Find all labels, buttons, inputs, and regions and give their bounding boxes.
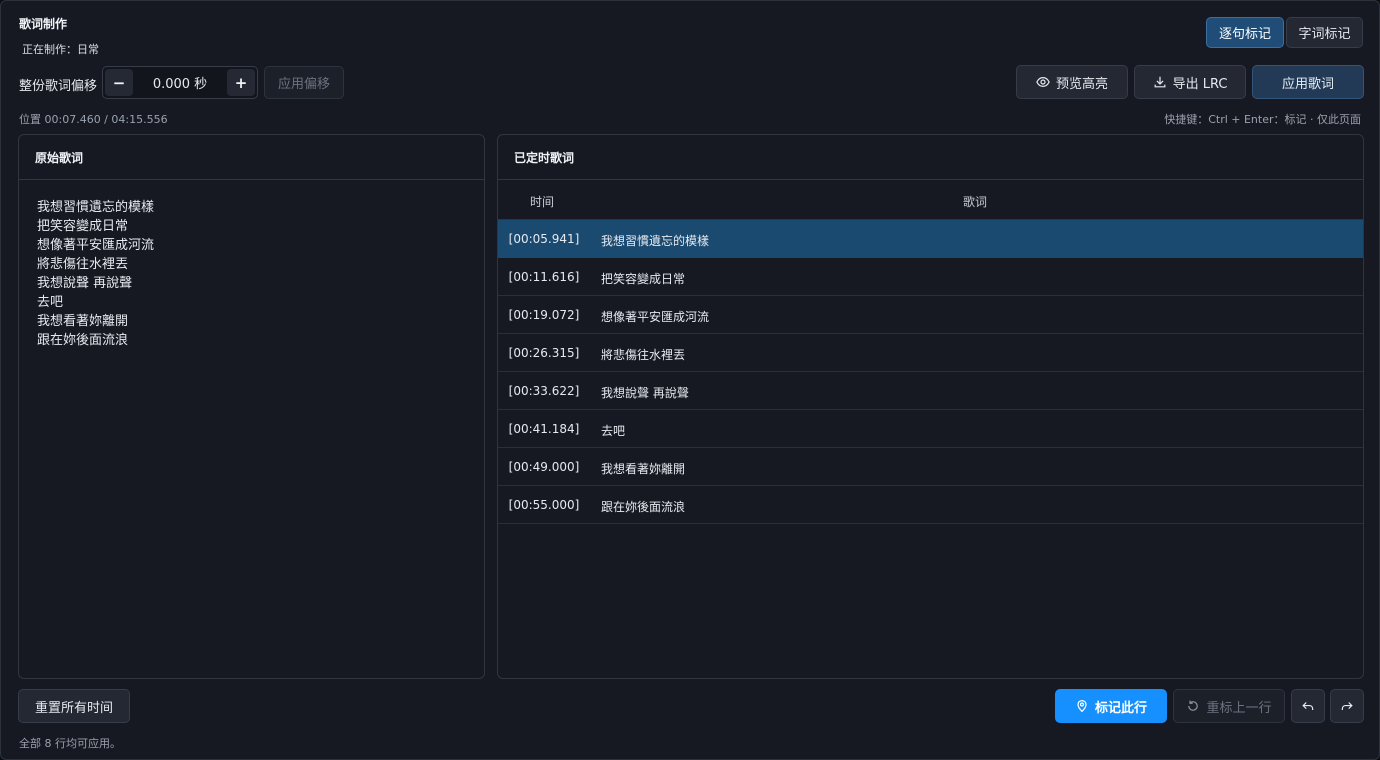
tab-word-mark[interactable]: 字词标记 — [1286, 17, 1363, 48]
lyrics-maker-window: 歌词制作 正在制作：日常 逐句标记 字词标记 整份歌词偏移 − 0.000 秒 … — [0, 0, 1380, 760]
row-lyric: 去吧 — [601, 424, 626, 438]
row-lyric: 把笑容變成日常 — [601, 272, 686, 286]
eye-icon — [1036, 77, 1050, 87]
table-row[interactable]: [00:19.072] 想像著平安匯成河流 — [498, 296, 1363, 334]
timed-table-header: 时间 歌词 — [498, 180, 1363, 220]
shortcut-hint: 快捷键：Ctrl + Enter：标记 · 仅此页面 — [1164, 113, 1361, 126]
apply-lyrics-button[interactable]: 应用歌词 — [1252, 65, 1364, 99]
offset-decrement-button[interactable]: − — [105, 69, 133, 96]
row-lyric: 我想習慣遺忘的模樣 — [601, 234, 710, 248]
tab-line-mark[interactable]: 逐句标记 — [1206, 17, 1284, 48]
offset-label: 整份歌词偏移 — [19, 79, 98, 94]
raw-lyric-line: 想像著平安匯成河流 — [37, 238, 155, 253]
remark-previous-line-label: 重标上一行 — [1206, 700, 1272, 716]
export-lrc-label: 导出 LRC — [1172, 76, 1228, 92]
raw-lyric-line: 我想習慣遺忘的模樣 — [37, 200, 155, 215]
column-header-lyric: 歌词 — [963, 195, 988, 209]
row-time: [00:19.072] — [508, 308, 580, 322]
raw-lyrics-title: 原始歌词 — [19, 135, 484, 180]
reset-all-times-button[interactable]: 重置所有时间 — [18, 689, 130, 723]
row-time: [00:11.616] — [508, 270, 580, 284]
redo-button[interactable] — [1330, 689, 1364, 723]
raw-lyric-line: 把笑容變成日常 — [37, 219, 129, 234]
timed-lyrics-panel: 已定时歌词 时间 歌词 [00:05.941] 我想習慣遺忘的模樣 [00:11… — [497, 134, 1364, 679]
row-time: [00:55.000] — [508, 498, 580, 512]
mark-line-button[interactable]: 标记此行 — [1055, 689, 1167, 723]
table-row[interactable]: [00:55.000] 跟在妳後面流浪 — [498, 486, 1363, 524]
location-pin-icon — [1077, 699, 1087, 713]
offset-value-input[interactable]: 0.000 秒 — [135, 67, 225, 98]
row-lyric: 將悲傷往水裡丟 — [601, 348, 686, 362]
raw-lyrics-textarea[interactable]: 我想習慣遺忘的模樣 把笑容變成日常 想像著平安匯成河流 將悲傷往水裡丟 我想說聲… — [19, 180, 484, 368]
remark-previous-line-button[interactable]: 重标上一行 — [1173, 689, 1285, 723]
raw-lyric-line: 去吧 — [37, 295, 64, 310]
table-row[interactable]: [00:33.622] 我想說聲 再說聲 — [498, 372, 1363, 410]
row-lyric: 跟在妳後面流浪 — [601, 500, 686, 514]
redo-icon — [1341, 702, 1353, 710]
download-icon — [1154, 76, 1166, 88]
export-lrc-button[interactable]: 导出 LRC — [1134, 65, 1246, 99]
table-row[interactable]: [00:26.315] 將悲傷往水裡丟 — [498, 334, 1363, 372]
mark-line-label: 标记此行 — [1094, 700, 1147, 716]
preview-highlight-button[interactable]: 预览高亮 — [1016, 65, 1128, 99]
offset-increment-button[interactable]: + — [227, 69, 255, 96]
table-row[interactable]: [00:49.000] 我想看著妳離開 — [498, 448, 1363, 486]
raw-lyrics-panel: 原始歌词 我想習慣遺忘的模樣 把笑容變成日常 想像著平安匯成河流 將悲傷往水裡丟… — [18, 134, 485, 679]
table-row[interactable]: [00:05.941] 我想習慣遺忘的模樣 — [498, 220, 1363, 258]
raw-lyric-line: 我想說聲 再說聲 — [37, 276, 133, 291]
apply-offset-button[interactable]: 应用偏移 — [264, 66, 344, 99]
timed-lyrics-title: 已定时歌词 — [498, 135, 1363, 180]
apply-status-note: 全部 8 行均可应用。 — [19, 737, 121, 750]
raw-lyric-line: 我想看著妳離開 — [37, 314, 129, 329]
table-row[interactable]: [00:41.184] 去吧 — [498, 410, 1363, 448]
row-time: [00:33.622] — [508, 384, 580, 398]
table-row[interactable]: [00:11.616] 把笑容變成日常 — [498, 258, 1363, 296]
current-song-label: 正在制作：日常 — [22, 43, 99, 56]
column-header-time: 时间 — [530, 195, 555, 209]
row-time: [00:41.184] — [508, 422, 580, 436]
rotate-ccw-icon — [1188, 700, 1199, 711]
raw-lyric-line: 跟在妳後面流浪 — [37, 333, 129, 348]
row-lyric: 想像著平安匯成河流 — [601, 310, 710, 324]
row-lyric: 我想說聲 再說聲 — [601, 386, 689, 400]
playback-position: 位置 00:07.460 / 04:15.556 — [19, 113, 168, 126]
row-time: [00:05.941] — [508, 232, 580, 246]
row-lyric: 我想看著妳離開 — [601, 462, 686, 476]
offset-stepper: − 0.000 秒 + — [102, 66, 258, 99]
undo-icon — [1302, 702, 1314, 710]
raw-lyric-line: 將悲傷往水裡丟 — [37, 257, 129, 272]
row-time: [00:49.000] — [508, 460, 580, 474]
undo-button[interactable] — [1291, 689, 1325, 723]
preview-highlight-label: 预览高亮 — [1055, 76, 1108, 92]
page-title: 歌词制作 — [19, 17, 68, 31]
row-time: [00:26.315] — [508, 346, 580, 360]
